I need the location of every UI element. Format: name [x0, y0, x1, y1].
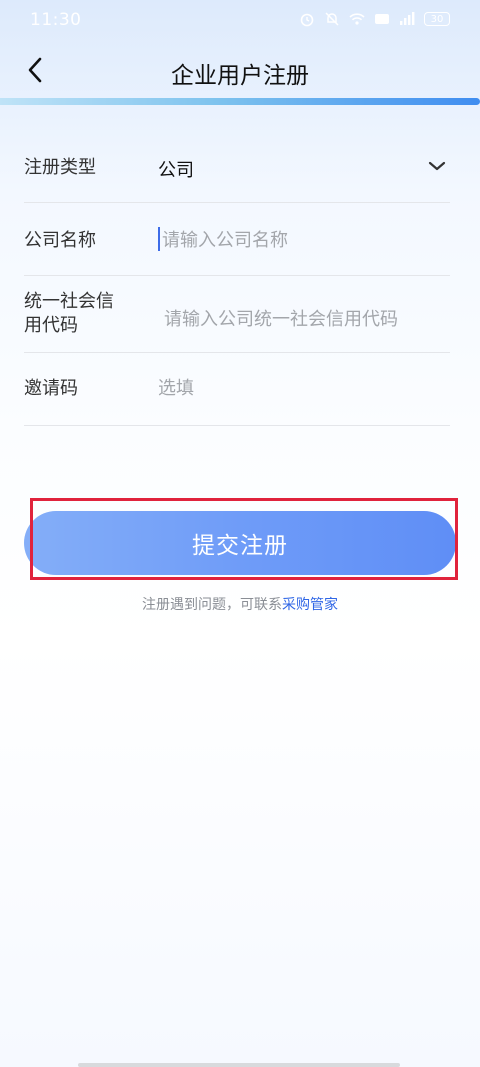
invite-code-input[interactable]	[158, 373, 438, 403]
mute-icon	[325, 12, 339, 26]
header-underline	[0, 98, 480, 105]
credit-code-label: 统一社会信用代码	[24, 291, 114, 336]
registration-form: 注册类型 公司 公司名称 统一社会信用代码 邀请码	[24, 130, 450, 426]
header: 企业用户注册	[0, 40, 480, 100]
registration-type-row[interactable]: 注册类型 公司	[24, 130, 450, 203]
status-icons: 30	[299, 11, 450, 27]
registration-type-label: 注册类型	[24, 157, 96, 178]
hd-icon	[375, 14, 389, 24]
credit-code-input[interactable]	[164, 304, 444, 334]
alarm-icon	[300, 13, 314, 27]
credit-code-row: 统一社会信用代码	[24, 276, 450, 353]
help-text-label: 注册遇到问题，可联系	[142, 597, 282, 613]
contact-manager-link[interactable]: 采购管家	[282, 597, 338, 613]
status-time: 11:30	[30, 10, 82, 30]
invite-code-label: 邀请码	[24, 378, 78, 399]
battery-icon: 30	[424, 12, 450, 26]
registration-type-value[interactable]: 公司	[158, 156, 194, 182]
help-text: 注册遇到问题，可联系采购管家	[0, 594, 480, 614]
page-title: 企业用户注册	[171, 63, 309, 89]
company-name-label: 公司名称	[24, 230, 96, 251]
highlight-box	[30, 498, 458, 580]
chevron-down-icon[interactable]	[428, 160, 446, 172]
invite-code-row: 邀请码	[24, 353, 450, 426]
home-indicator[interactable]	[78, 1063, 400, 1067]
company-name-row: 公司名称	[24, 203, 450, 276]
wifi-icon	[349, 13, 365, 25]
status-bar: 11:30 30	[0, 0, 480, 40]
company-name-input[interactable]	[158, 225, 442, 255]
signal-icon	[400, 12, 415, 25]
